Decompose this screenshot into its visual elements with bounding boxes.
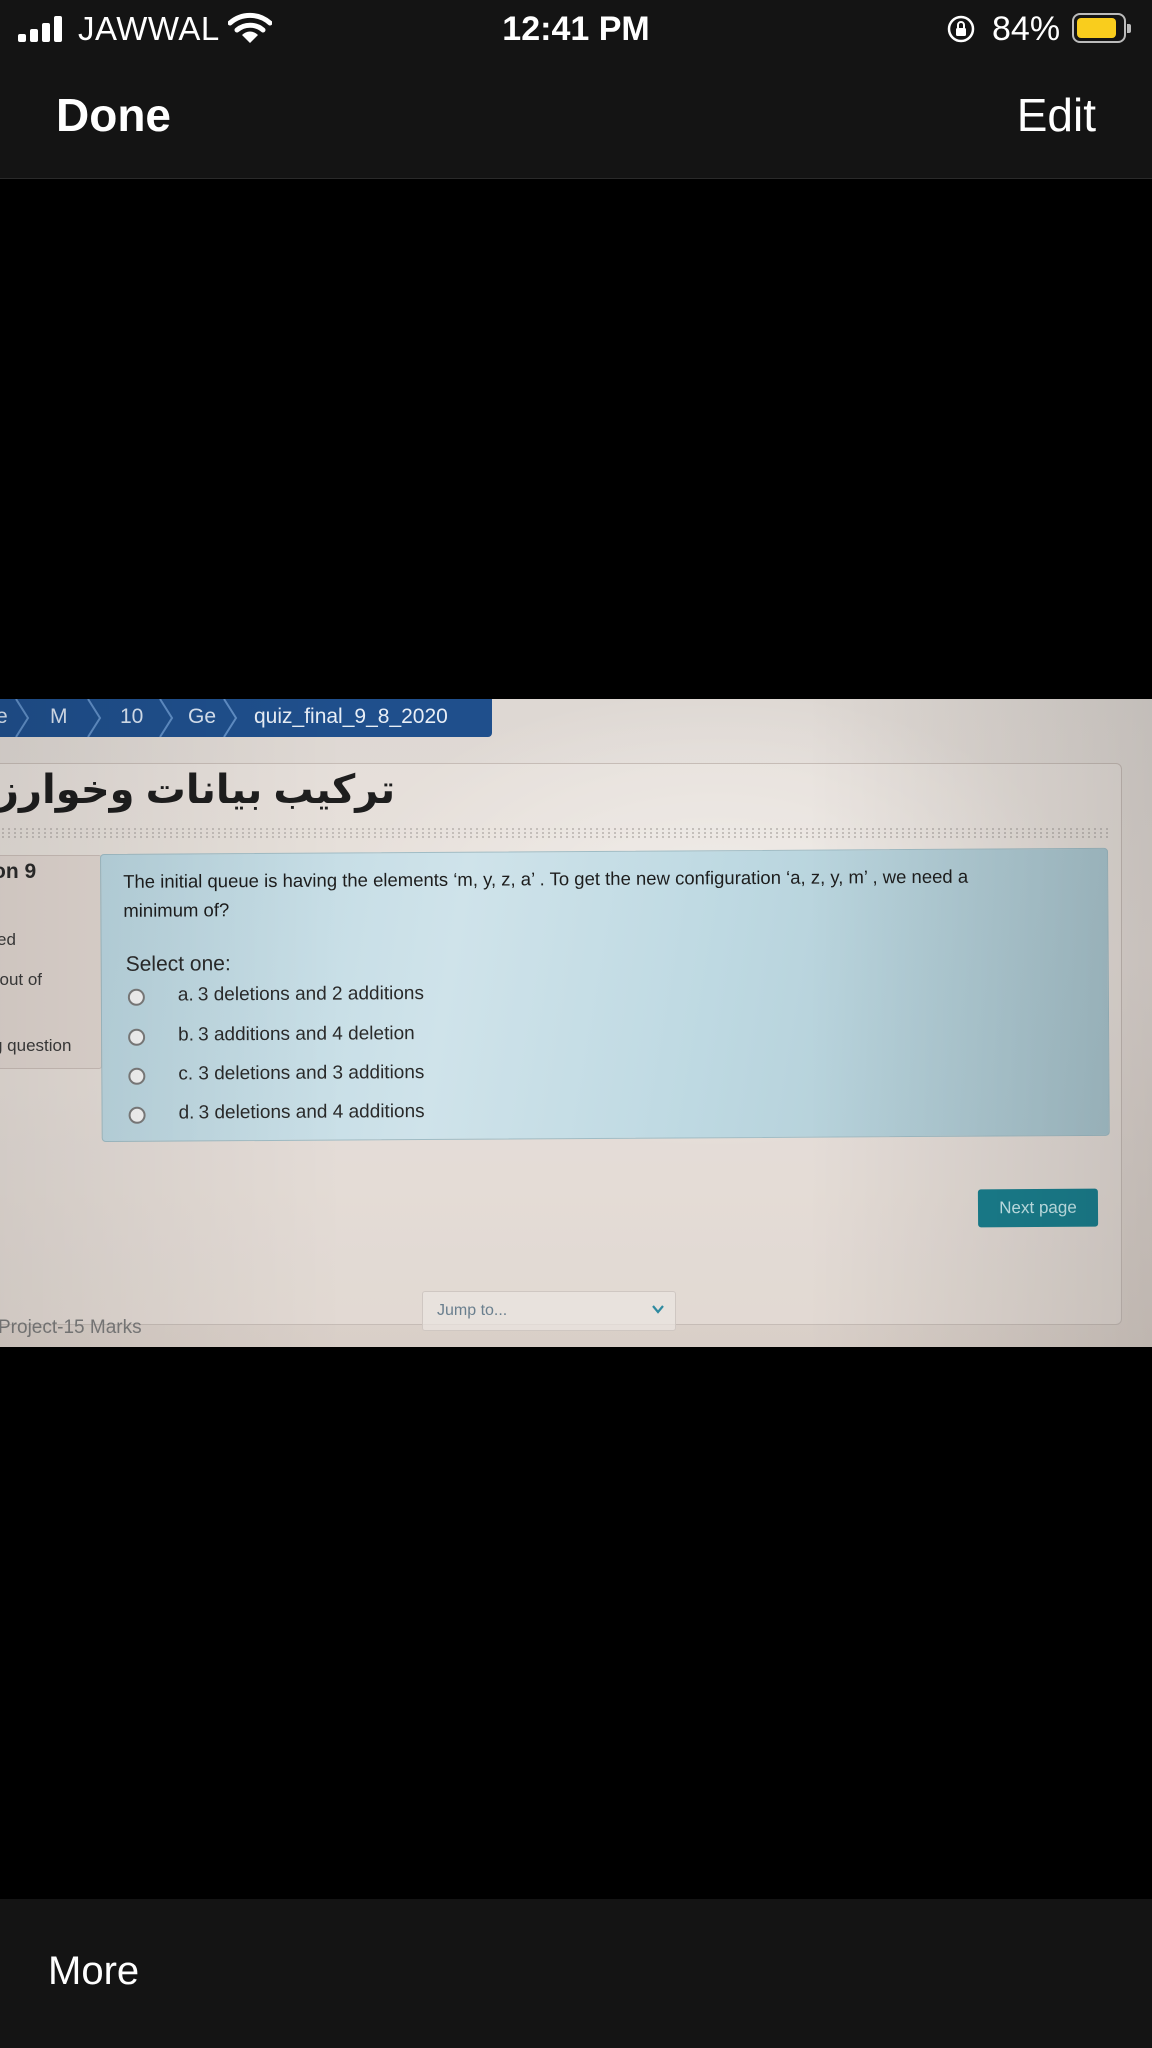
- photo-image[interactable]: e M 10 Ge quiz_final_9_8_2020 تركيب بيان…: [0, 699, 1152, 1347]
- breadcrumb: e M 10 Ge quiz_final_9_8_2020: [0, 699, 492, 737]
- breadcrumb-item: Ge: [188, 705, 217, 728]
- flag-question: g question: [0, 1036, 72, 1055]
- jump-to-placeholder: Jump to...: [437, 1302, 508, 1319]
- edit-button[interactable]: Edit: [1017, 88, 1096, 142]
- status-bar: JAWWAL 12:41 PM 84%: [0, 0, 1152, 58]
- option-label: 3 deletions and 4 additions: [198, 1101, 425, 1124]
- question-number: on 9: [0, 860, 37, 883]
- info-status: ed: [0, 930, 16, 949]
- option-label: 3 deletions and 2 additions: [197, 983, 424, 1006]
- bottom-toolbar: More: [0, 1899, 1152, 2048]
- option-letter: c.: [178, 1063, 194, 1085]
- info-marks: l out of: [0, 970, 43, 989]
- done-button[interactable]: Done: [56, 88, 171, 142]
- more-button[interactable]: More: [48, 1949, 139, 1994]
- radio-button[interactable]: [128, 1106, 146, 1124]
- option-letter: d.: [178, 1102, 195, 1124]
- radio-button[interactable]: [128, 1028, 146, 1046]
- select-one-label: Select one:: [125, 952, 231, 976]
- option-letter: b.: [178, 1024, 195, 1046]
- jump-to-select[interactable]: Jump to...: [422, 1291, 676, 1331]
- radio-button[interactable]: [128, 1067, 146, 1085]
- next-page-button[interactable]: Next page: [977, 1188, 1099, 1228]
- orientation-lock-icon: [947, 15, 975, 43]
- option-letter: a.: [177, 984, 194, 1006]
- question-info-box: on 9 ed l out of g question: [0, 855, 102, 1069]
- project-marks-link[interactable]: Project-15 Marks: [0, 1317, 142, 1339]
- breadcrumb-item: e: [0, 705, 8, 728]
- battery-fill: [1077, 18, 1116, 38]
- chevron-down-icon: [652, 1305, 664, 1314]
- clock-time: 12:41 PM: [502, 10, 650, 48]
- breadcrumb-item: 10: [120, 705, 144, 728]
- breadcrumb-current: quiz_final_9_8_2020: [254, 705, 448, 728]
- divider: [0, 827, 1108, 839]
- question-text: The initial queue is having the elements…: [123, 865, 969, 921]
- option-label: 3 deletions and 3 additions: [198, 1062, 425, 1085]
- radio-button[interactable]: [127, 988, 145, 1006]
- battery-percentage: 84%: [992, 10, 1061, 48]
- nav-bar: Done Edit: [0, 58, 1152, 179]
- option-label: 3 additions and 4 deletion: [198, 1023, 415, 1046]
- course-title: تركيب بيانات وخوارز: [0, 768, 396, 812]
- question-box: The initial queue is having the elements…: [100, 847, 1110, 1142]
- battery-icon: [1072, 13, 1131, 43]
- breadcrumb-item: M: [50, 705, 68, 728]
